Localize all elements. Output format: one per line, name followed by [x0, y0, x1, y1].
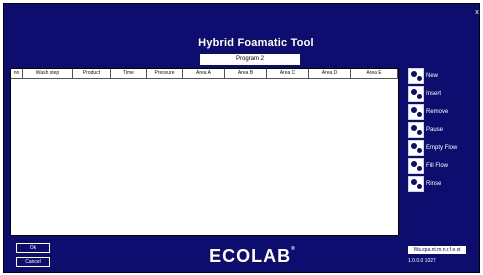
version-label: 1.0.0.0 1027: [408, 258, 436, 264]
empty-flow-button-label: Empty Flow: [426, 145, 458, 151]
app-title: Hybrid Foamatic Tool: [198, 37, 314, 49]
gears-icon: [408, 140, 424, 156]
column-header-area-b[interactable]: Area B: [225, 69, 267, 79]
rinse-button-label: Rinse: [426, 181, 442, 187]
gears-icon: [408, 104, 424, 120]
fill-flow-button-label: Fill Flow: [426, 163, 448, 169]
remove-button[interactable]: Remove: [408, 104, 448, 120]
column-header-area-d[interactable]: Area D: [309, 69, 351, 79]
column-header-wash-step[interactable]: Wash step: [23, 69, 73, 79]
wash-steps-table[interactable]: no Wash step Product Time Pressure Area …: [10, 68, 399, 236]
insert-button[interactable]: Insert: [408, 86, 441, 102]
gears-icon: [408, 86, 424, 102]
column-header-product[interactable]: Product: [73, 69, 111, 79]
gears-icon: [408, 158, 424, 174]
insert-button-label: Insert: [426, 91, 442, 97]
gears-icon: [408, 68, 424, 84]
program-selector[interactable]: Program 2: [200, 54, 300, 65]
column-header-area-e[interactable]: Area E: [351, 69, 398, 79]
empty-flow-button[interactable]: Empty Flow: [408, 140, 457, 156]
column-header-time[interactable]: Time: [111, 69, 147, 79]
column-header-area-a[interactable]: Area A: [183, 69, 225, 79]
table-header: no Wash step Product Time Pressure Area …: [11, 69, 398, 79]
fill-flow-button[interactable]: Fill Flow: [408, 158, 448, 174]
registered-mark: ®: [291, 246, 295, 252]
ok-button[interactable]: Ok: [16, 243, 50, 253]
close-icon[interactable]: x: [472, 9, 482, 17]
remove-button-label: Remove: [426, 109, 449, 115]
column-header-pressure[interactable]: Pressure: [147, 69, 183, 79]
gears-icon: [408, 176, 424, 192]
logo-text: ECOLAB: [209, 246, 292, 266]
info-field: Wa.spa.nt.m.n.r.f.e.st: [408, 246, 466, 254]
column-header-no[interactable]: no: [11, 69, 23, 79]
rinse-button[interactable]: Rinse: [408, 176, 441, 192]
pause-button-label: Pause: [426, 127, 444, 133]
pause-button[interactable]: Pause: [408, 122, 443, 138]
new-button-label: New: [426, 73, 439, 79]
column-header-area-c[interactable]: Area C: [267, 69, 309, 79]
gears-icon: [408, 122, 424, 138]
cancel-button[interactable]: Cancel: [16, 257, 50, 267]
ecolab-logo: ECOLAB®: [202, 246, 302, 268]
new-button[interactable]: New: [408, 68, 438, 84]
